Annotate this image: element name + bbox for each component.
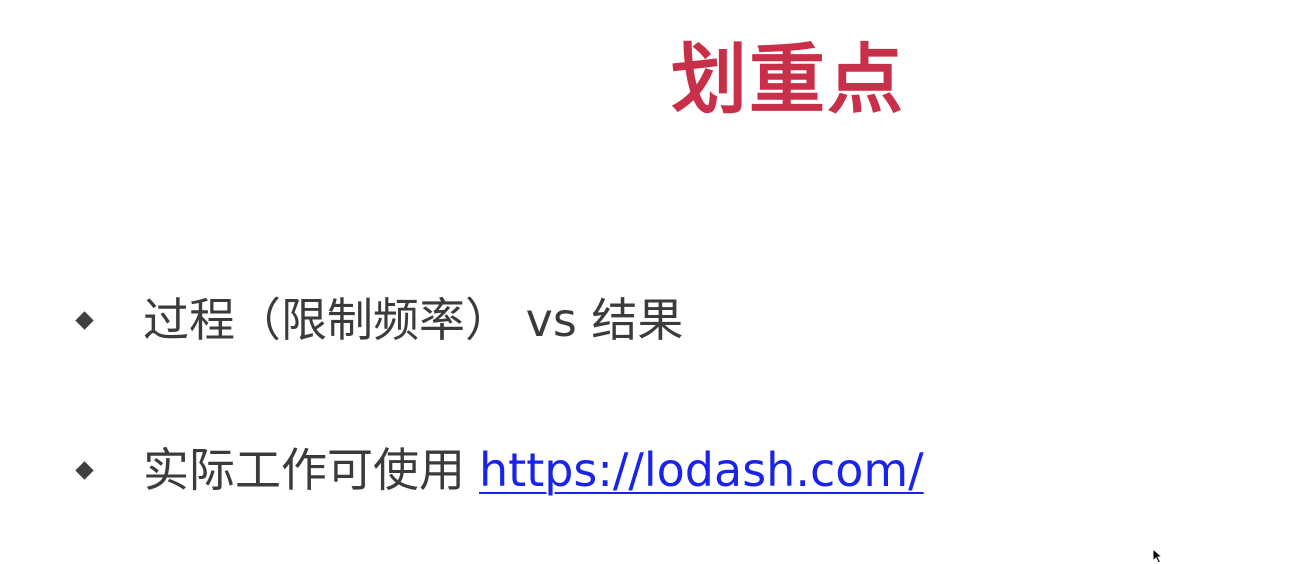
diamond-bullet-icon bbox=[75, 460, 94, 480]
bullet-item-lodash: 实际工作可使用 https://lodash.com/ bbox=[75, 440, 924, 500]
slide: 划重点 过程（限制频率） vs 结果 实际工作可使用 https://lodas… bbox=[0, 0, 1316, 564]
bullet-item-process-vs-result: 过程（限制频率） vs 结果 bbox=[75, 290, 684, 350]
bullet-text: 过程（限制频率） vs 结果 bbox=[143, 293, 684, 347]
bullet-text: 实际工作可使用 bbox=[143, 443, 465, 497]
mouse-pointer-icon bbox=[1152, 548, 1164, 564]
lodash-link[interactable]: https://lodash.com/ bbox=[479, 440, 924, 500]
diamond-bullet-icon bbox=[75, 310, 94, 330]
slide-title: 划重点 bbox=[671, 35, 905, 124]
